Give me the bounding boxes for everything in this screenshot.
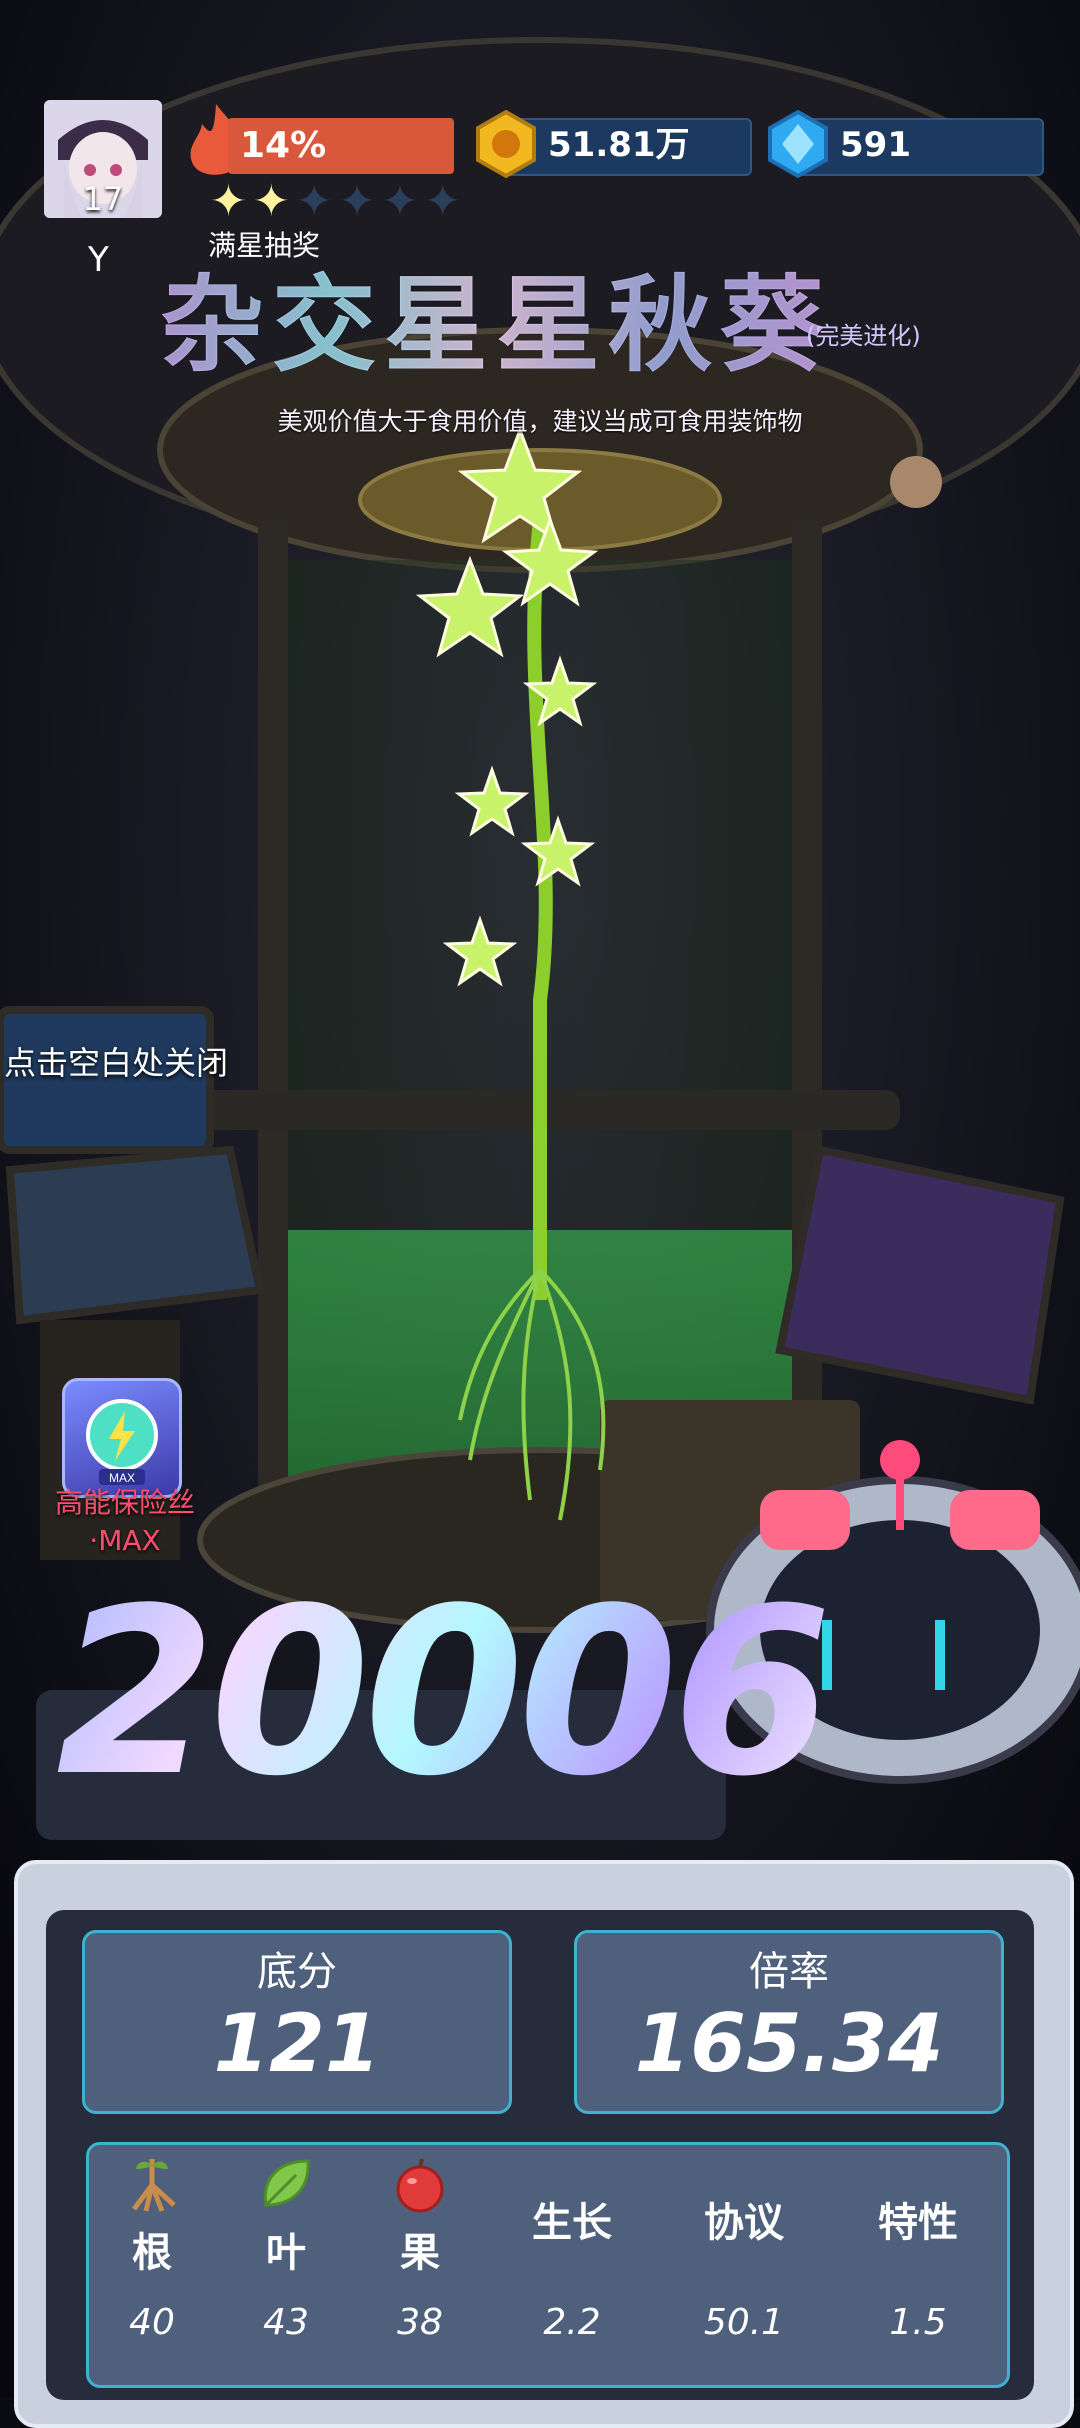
attribute-fruit: 果 [360,2150,480,2278]
star-icon-empty: ✦ [338,176,376,227]
attribute-trait: 特性 [858,2190,978,2248]
base-score-box: 底分 121 [82,1930,512,2114]
attribute-leaf: 叶 [226,2150,346,2278]
attribute-label: 协议 [704,2200,784,2246]
attribute-label: 特性 [878,2200,958,2246]
multiplier-box: 倍率 165.34 [574,1930,1004,2114]
attribute-value: 1.5 [889,2302,947,2343]
attribute-value: 43 [263,2302,309,2343]
close-hint: 点击空白处关闭 [4,1044,229,1082]
gem-amount: 591 [840,125,911,165]
gold-amount: 51.81万 [548,125,690,165]
star-rating[interactable]: ✦ ✦ ✦ ✦ ✦ ✦ [210,176,467,227]
leaf-icon [226,2150,346,2220]
fuse-max-badge: MAX [109,1471,135,1485]
root-icon [92,2150,212,2220]
fuse-label-line2: ·MAX [89,1524,161,1557]
fruit-icon [360,2150,480,2220]
multiplier-label: 倍率 [749,1949,829,1995]
player-name: Y [88,240,109,280]
attribute-protocol: 协议 [684,2190,804,2248]
attributes-box [86,2142,1010,2388]
attribute-label: 叶 [266,2230,306,2276]
star-icon-filled: ✦ [252,176,290,227]
star-icon-empty: ✦ [381,176,419,227]
attribute-root: 根 [92,2150,212,2278]
fuse-label-line1: 高能保险丝 [54,1486,195,1519]
total-score: 20006 [56,1560,832,1827]
base-score-label: 底分 [257,1949,337,1995]
fuse-item-label: 高能保险丝 ·MAX [40,1484,210,1560]
attribute-value: 50.1 [703,2302,785,2343]
evolution-tag: (完美进化) [806,322,921,350]
lightning-shield-icon: MAX [86,1399,158,1485]
fuse-item-card[interactable]: MAX [62,1378,182,1498]
attribute-value: 2.2 [543,2302,601,2343]
attribute-value: 40 [129,2302,175,2343]
attribute-label: 果 [400,2230,440,2276]
gem-icon [762,108,834,184]
flame-percent: 14% [240,125,327,166]
attribute-label: 生长 [532,2200,612,2246]
attribute-value: 38 [397,2302,443,2343]
base-score-value: 121 [213,1997,381,2090]
attribute-label: 根 [132,2230,172,2276]
star-icon-empty: ✦ [295,176,333,227]
star-icon-filled: ✦ [210,176,247,227]
gold-coin-icon [470,108,542,184]
player-level: 17 [82,180,124,218]
attribute-growth: 生长 [512,2190,632,2248]
multiplier-value: 165.34 [634,1997,944,2090]
star-icon-empty: ✦ [424,176,462,227]
plant-description: 美观价值大于食用价值，建议当成可食用装饰物 [277,407,803,436]
plant-name: 杂交星星秋葵 [160,240,832,391]
